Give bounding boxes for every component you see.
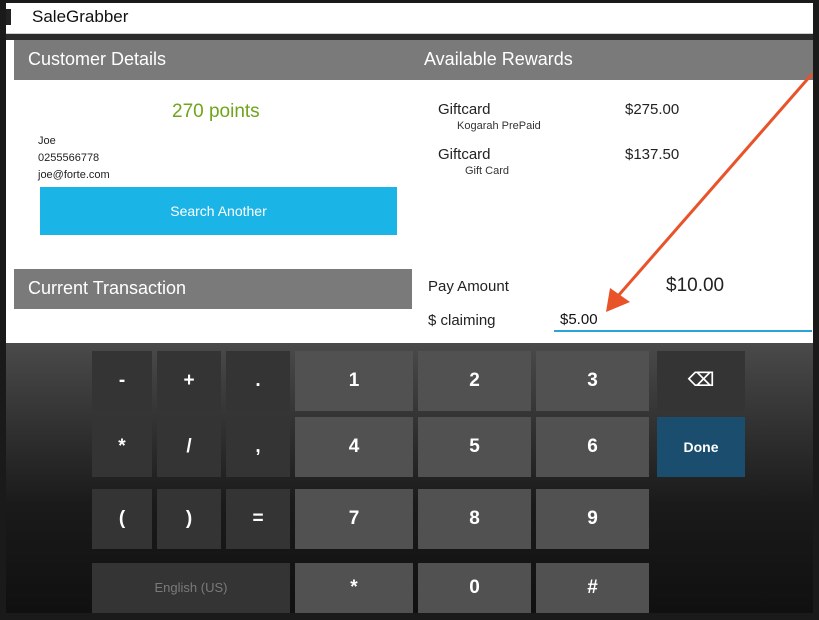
annotation-arrow-icon bbox=[606, 73, 814, 312]
screen-frame: SaleGrabber Customer Details Available R… bbox=[0, 0, 819, 620]
